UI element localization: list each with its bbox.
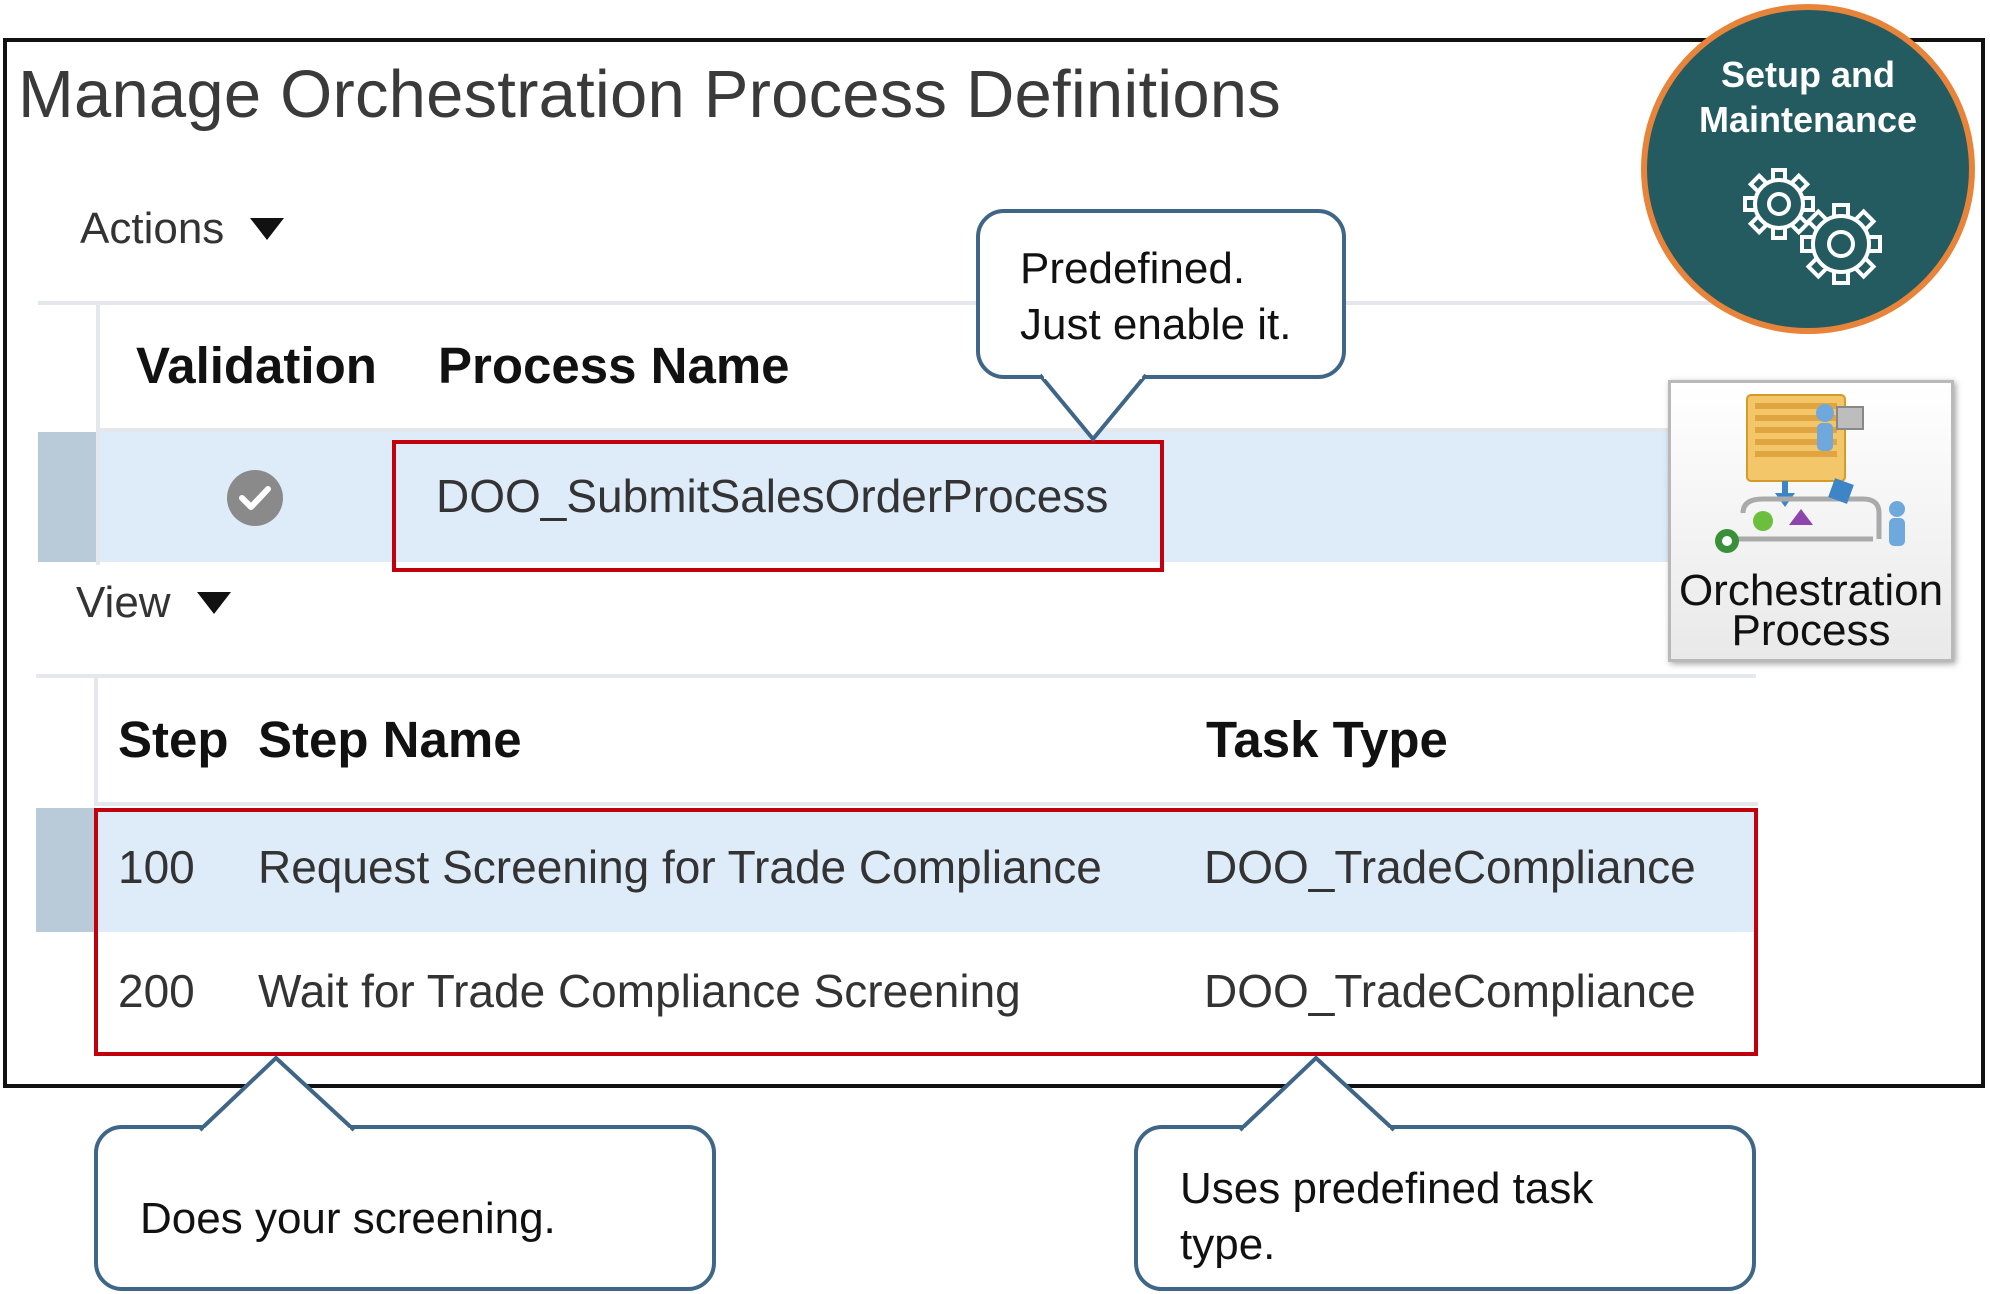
actions-menu[interactable]: Actions	[80, 204, 285, 254]
callout-task-type-line1: Uses predefined task	[1180, 1164, 1594, 1213]
callout-pointer	[1038, 371, 1148, 443]
badge-line1: Setup and	[1720, 54, 1895, 95]
triangle-down-icon	[196, 592, 231, 614]
callout-task-type-line2: type.	[1180, 1220, 1276, 1269]
callout-predefined-line2: Just enable it.	[1020, 300, 1292, 349]
view-menu-label: View	[76, 578, 171, 627]
table-divider	[36, 674, 1756, 678]
tile-line1: Orchestration	[1678, 566, 1944, 615]
callout-predefined-line1: Predefined.	[1020, 244, 1246, 293]
process-name-highlight	[392, 440, 1164, 572]
table-column-divider	[94, 678, 98, 806]
steps-highlight	[94, 808, 1758, 1056]
view-menu[interactable]: View	[76, 578, 231, 628]
orchestration-process-icon	[1715, 394, 1905, 553]
actions-menu-label: Actions	[80, 204, 225, 253]
row-selector[interactable]	[38, 432, 96, 562]
column-header-step[interactable]: Step	[118, 710, 229, 769]
row-selector[interactable]	[36, 808, 94, 932]
tile-line2: Process	[1731, 606, 1891, 655]
callout-screening: Does your screening.	[94, 1125, 716, 1291]
badge-line2: Maintenance	[1698, 99, 1918, 140]
table-divider	[38, 301, 1718, 305]
orchestration-process-tile[interactable]: Orchestration Process	[1668, 380, 1954, 662]
column-header-process-name[interactable]: Process Name	[438, 336, 790, 395]
callout-pointer	[198, 1055, 356, 1136]
table-divider	[98, 802, 1758, 806]
column-header-step-name[interactable]: Step Name	[258, 710, 522, 769]
callout-task-type: Uses predefined task type.	[1134, 1125, 1756, 1291]
gears-icon	[1743, 168, 1882, 285]
setup-and-maintenance-badge: Setup and Maintenance	[1641, 4, 1975, 334]
callout-pointer	[1238, 1055, 1396, 1136]
column-header-validation[interactable]: Validation	[136, 336, 377, 395]
callout-predefined: Predefined. Just enable it.	[976, 209, 1346, 379]
page-title: Manage Orchestration Process Definitions	[18, 57, 1281, 132]
triangle-down-icon	[250, 218, 285, 240]
check-circle-icon	[227, 470, 283, 526]
column-header-task-type[interactable]: Task Type	[1206, 710, 1448, 769]
callout-screening-text: Does your screening.	[140, 1194, 556, 1243]
